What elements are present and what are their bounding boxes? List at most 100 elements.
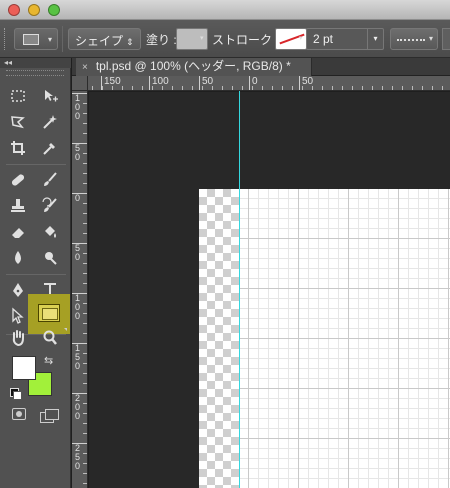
ruler-tick bbox=[83, 133, 87, 134]
eraser-icon bbox=[12, 228, 24, 238]
ruler-tick bbox=[132, 86, 133, 90]
tools-panel-grip[interactable] bbox=[6, 70, 64, 76]
close-tab-icon[interactable]: × bbox=[82, 62, 88, 73]
shape-mode-select[interactable]: シェイプ ⇕ bbox=[68, 28, 141, 50]
hand-tool[interactable] bbox=[6, 326, 30, 350]
foreground-color-swatch[interactable] bbox=[12, 356, 36, 380]
ruler-tick bbox=[92, 86, 93, 90]
ruler-tick bbox=[83, 283, 87, 284]
fill-label: 塗り : bbox=[146, 33, 177, 47]
ruler-tick bbox=[292, 86, 293, 90]
options-bar: ▾ シェイプ ⇕ 塗り : ▾ ストローク : ▾ 2 pt ▾ ▾ bbox=[0, 20, 450, 58]
ruler-tick bbox=[332, 86, 333, 90]
window-titlebar bbox=[0, 0, 450, 20]
drop-icon bbox=[15, 251, 21, 264]
ruler-tick bbox=[362, 86, 363, 90]
brush-icon bbox=[44, 172, 57, 186]
chevron-down-icon: ▾ bbox=[428, 34, 433, 43]
dodge-tool[interactable] bbox=[38, 246, 62, 270]
ruler-tick bbox=[222, 86, 223, 90]
document-tab-title: tpl.psd @ 100% (ヘッダー, RGB/8) * bbox=[95, 59, 291, 73]
document-tab-bar: × tpl.psd @ 100% (ヘッダー, RGB/8) * bbox=[72, 58, 450, 76]
collapse-panel-icon[interactable]: ◂◂ bbox=[4, 58, 12, 67]
chevron-down-icon: ▾ bbox=[47, 35, 52, 44]
document-tab[interactable]: × tpl.psd @ 100% (ヘッダー, RGB/8) * bbox=[76, 58, 312, 76]
eraser-tool[interactable] bbox=[6, 220, 30, 244]
horizontal-ruler[interactable]: 150 100 50 0 50 bbox=[88, 76, 450, 91]
ruler-tick bbox=[322, 86, 323, 90]
updown-arrows-icon: ⇕ bbox=[126, 37, 134, 47]
zoom-window-button[interactable] bbox=[48, 4, 60, 16]
ruler-tick bbox=[412, 86, 413, 90]
ruler-origin[interactable] bbox=[72, 76, 88, 91]
ruler-tick bbox=[352, 86, 353, 90]
ruler-tick bbox=[83, 433, 87, 434]
ruler-tick bbox=[192, 86, 193, 90]
ruler-tick bbox=[83, 483, 87, 484]
history-brush-tool[interactable] bbox=[38, 194, 62, 218]
paint-bucket-tool[interactable] bbox=[38, 220, 62, 244]
clone-stamp-tool[interactable] bbox=[6, 194, 30, 218]
brush-tool[interactable] bbox=[38, 168, 62, 192]
default-colors-icon[interactable] bbox=[10, 388, 22, 400]
ruler-tick bbox=[83, 163, 87, 164]
ruler-label: 150 bbox=[101, 76, 121, 90]
rectangle-icon bbox=[23, 34, 39, 45]
tool-preset-picker[interactable]: ▾ bbox=[14, 28, 58, 50]
stroke-width-value: 2 pt bbox=[313, 32, 334, 46]
swap-colors-icon[interactable]: ⇆ bbox=[44, 354, 53, 367]
ruler-label: 1 5 0 bbox=[72, 343, 87, 371]
more-options-button[interactable] bbox=[442, 28, 450, 50]
stroke-dropdown-icon[interactable]: ▾ bbox=[299, 34, 303, 42]
healing-brush-tool[interactable] bbox=[6, 168, 30, 192]
options-bar-grip[interactable] bbox=[4, 28, 7, 50]
close-window-button[interactable] bbox=[8, 4, 20, 16]
ruler-tick bbox=[392, 86, 393, 90]
tools-panel-header[interactable]: ◂◂ bbox=[0, 58, 71, 68]
ruler-tick bbox=[83, 203, 87, 204]
vertical-ruler[interactable]: 1 0 0 5 0 0 5 0 1 0 0 1 5 0 2 0 0 2 5 0 bbox=[72, 91, 88, 488]
ruler-tick bbox=[382, 86, 383, 90]
ruler-tick bbox=[282, 86, 283, 90]
eyedropper-tool[interactable] bbox=[38, 136, 62, 160]
tool-group-indicator bbox=[64, 328, 67, 331]
vertical-guide[interactable] bbox=[239, 91, 240, 488]
chevron-down-icon[interactable]: ▾ bbox=[367, 29, 383, 49]
zoom-tool[interactable] bbox=[38, 326, 62, 350]
ruler-tick bbox=[83, 373, 87, 374]
ruler-tick bbox=[242, 86, 243, 90]
ruler-tick bbox=[262, 86, 263, 90]
crop-tool[interactable] bbox=[6, 136, 30, 160]
pen-tool[interactable] bbox=[6, 278, 30, 302]
stroke-type-picker[interactable]: ▾ bbox=[390, 28, 438, 50]
ruler-label: 5 0 bbox=[72, 243, 87, 262]
polygonal-lasso-icon bbox=[11, 116, 25, 129]
magic-wand-tool[interactable] bbox=[38, 110, 62, 134]
ruler-label: 5 0 bbox=[72, 143, 87, 162]
magic-wand-icon bbox=[43, 115, 57, 129]
stamp-icon bbox=[11, 199, 25, 212]
screen-mode-icon[interactable] bbox=[40, 409, 59, 423]
lasso-tool[interactable] bbox=[6, 110, 30, 134]
fill-dropdown-icon[interactable]: ▾ bbox=[200, 34, 204, 42]
ruler-tick bbox=[372, 86, 373, 90]
shape-mode-label: シェイプ bbox=[75, 34, 124, 48]
ruler-tick bbox=[142, 86, 143, 90]
bandage-icon bbox=[11, 174, 25, 186]
quick-mask-icon[interactable] bbox=[12, 408, 26, 420]
path-selection-tool[interactable] bbox=[6, 304, 30, 328]
move-tool[interactable] bbox=[38, 84, 62, 108]
ruler-label: 1 0 0 bbox=[72, 293, 87, 321]
rectangle-tool[interactable] bbox=[38, 304, 60, 322]
paint-bucket-icon bbox=[45, 226, 56, 238]
dotted-line-icon bbox=[397, 39, 425, 41]
blur-tool[interactable] bbox=[6, 246, 30, 270]
ruler-tick bbox=[172, 86, 173, 90]
ruler-tick bbox=[83, 323, 87, 324]
stroke-width-input[interactable]: 2 pt ▾ bbox=[306, 28, 384, 50]
ruler-tick bbox=[432, 86, 433, 90]
minimize-window-button[interactable] bbox=[28, 4, 40, 16]
ruler-tick bbox=[342, 86, 343, 90]
ruler-label: 1 0 0 bbox=[72, 93, 87, 121]
marquee-tool[interactable] bbox=[6, 84, 30, 108]
